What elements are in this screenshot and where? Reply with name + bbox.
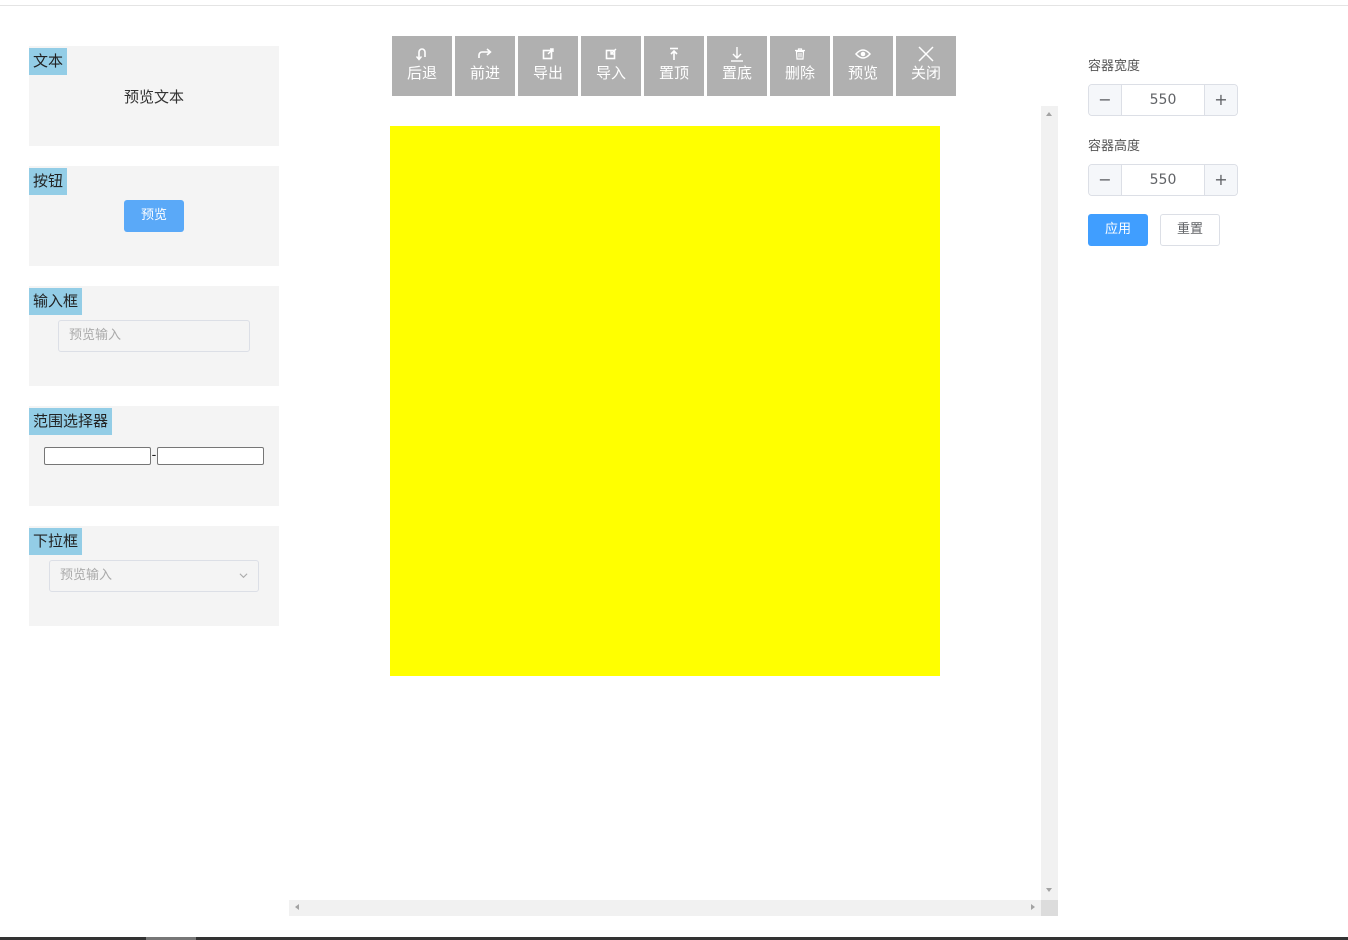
send-to-bottom-icon <box>729 46 745 62</box>
scrollbar-corner <box>1041 900 1058 916</box>
import-label: 导入 <box>595 64 626 82</box>
undo-icon <box>414 46 430 62</box>
redo-button[interactable]: 前进 <box>455 36 515 96</box>
width-increment-button[interactable]: + <box>1204 85 1237 115</box>
chevron-down-icon <box>239 573 248 579</box>
component-select[interactable]: 下拉框 预览输入 <box>29 526 279 626</box>
undo-button[interactable]: 后退 <box>392 36 452 96</box>
width-stepper[interactable]: − 550 + <box>1088 84 1238 116</box>
reset-button[interactable]: 重置 <box>1160 214 1220 246</box>
export-icon <box>540 46 556 62</box>
preview-select-placeholder: 预览输入 <box>60 568 113 583</box>
height-decrement-button[interactable]: − <box>1089 165 1122 195</box>
height-label: 容器高度 <box>1088 139 1141 154</box>
preview-select[interactable]: 预览输入 <box>49 560 259 592</box>
close-icon <box>918 46 934 62</box>
preview-button[interactable]: 预览 <box>124 200 184 232</box>
component-tag-text: 文本 <box>29 48 68 75</box>
component-tag-button: 按钮 <box>29 168 68 195</box>
redo-label: 前进 <box>469 64 500 82</box>
bring-to-top-button[interactable]: 置顶 <box>644 36 704 96</box>
bring-to-top-label: 置顶 <box>658 64 689 82</box>
height-stepper[interactable]: − 550 + <box>1088 164 1238 196</box>
component-tag-input: 输入框 <box>29 288 83 315</box>
top-divider <box>0 5 1348 6</box>
preview-input[interactable]: 预览输入 <box>58 320 250 352</box>
component-tag-range: 范围选择器 <box>29 408 113 435</box>
close-button[interactable]: 关闭 <box>896 36 956 96</box>
delete-button[interactable]: 删除 <box>770 36 830 96</box>
width-decrement-button[interactable]: − <box>1089 85 1122 115</box>
horizontal-scrollbar[interactable] <box>289 900 1041 916</box>
width-label: 容器宽度 <box>1088 59 1141 74</box>
width-input[interactable]: 550 <box>1122 85 1204 115</box>
export-button[interactable]: 导出 <box>518 36 578 96</box>
scroll-right-arrow-icon[interactable] <box>1031 904 1035 910</box>
component-tag-select: 下拉框 <box>29 528 83 555</box>
scroll-left-arrow-icon[interactable] <box>295 904 299 910</box>
scroll-up-arrow-icon[interactable] <box>1046 112 1052 116</box>
height-increment-button[interactable]: + <box>1204 165 1237 195</box>
trash-icon <box>792 46 808 62</box>
close-label: 关闭 <box>910 64 941 82</box>
canvas-container-block[interactable] <box>390 126 940 676</box>
component-input[interactable]: 输入框 预览输入 <box>29 286 279 386</box>
range-start-input[interactable] <box>44 447 151 465</box>
bring-to-top-icon <box>666 46 682 62</box>
send-to-bottom-label: 置底 <box>721 64 752 82</box>
scroll-down-arrow-icon[interactable] <box>1046 888 1052 892</box>
vertical-scrollbar[interactable] <box>1041 106 1058 900</box>
component-range[interactable]: 范围选择器 - <box>29 406 279 506</box>
undo-label: 后退 <box>406 64 437 82</box>
component-text[interactable]: 文本 预览文本 <box>29 46 279 146</box>
range-end-input[interactable] <box>157 447 264 465</box>
component-palette: 文本 预览文本 按钮 预览 输入框 预览输入 范围选择器 - 下拉框 预览输入 <box>29 46 279 646</box>
editor-toolbar: 后退 前进 导出 导入 置顶 置底 删除 预览 关闭 <box>392 36 959 96</box>
redo-icon <box>477 46 493 62</box>
preview-label: 预览 <box>847 64 878 82</box>
export-label: 导出 <box>532 64 563 82</box>
import-icon <box>603 46 619 62</box>
eye-icon <box>855 46 871 62</box>
height-input[interactable]: 550 <box>1122 165 1204 195</box>
preview-text: 预览文本 <box>123 88 184 106</box>
delete-label: 删除 <box>784 64 815 82</box>
settings-panel: 容器宽度 − 550 + 容器高度 − 550 + 应用 重置 <box>1088 58 1248 246</box>
design-canvas[interactable] <box>289 106 1058 916</box>
send-to-bottom-button[interactable]: 置底 <box>707 36 767 96</box>
component-button[interactable]: 按钮 预览 <box>29 166 279 266</box>
apply-button[interactable]: 应用 <box>1088 214 1148 246</box>
preview-button-toolbar[interactable]: 预览 <box>833 36 893 96</box>
import-button[interactable]: 导入 <box>581 36 641 96</box>
